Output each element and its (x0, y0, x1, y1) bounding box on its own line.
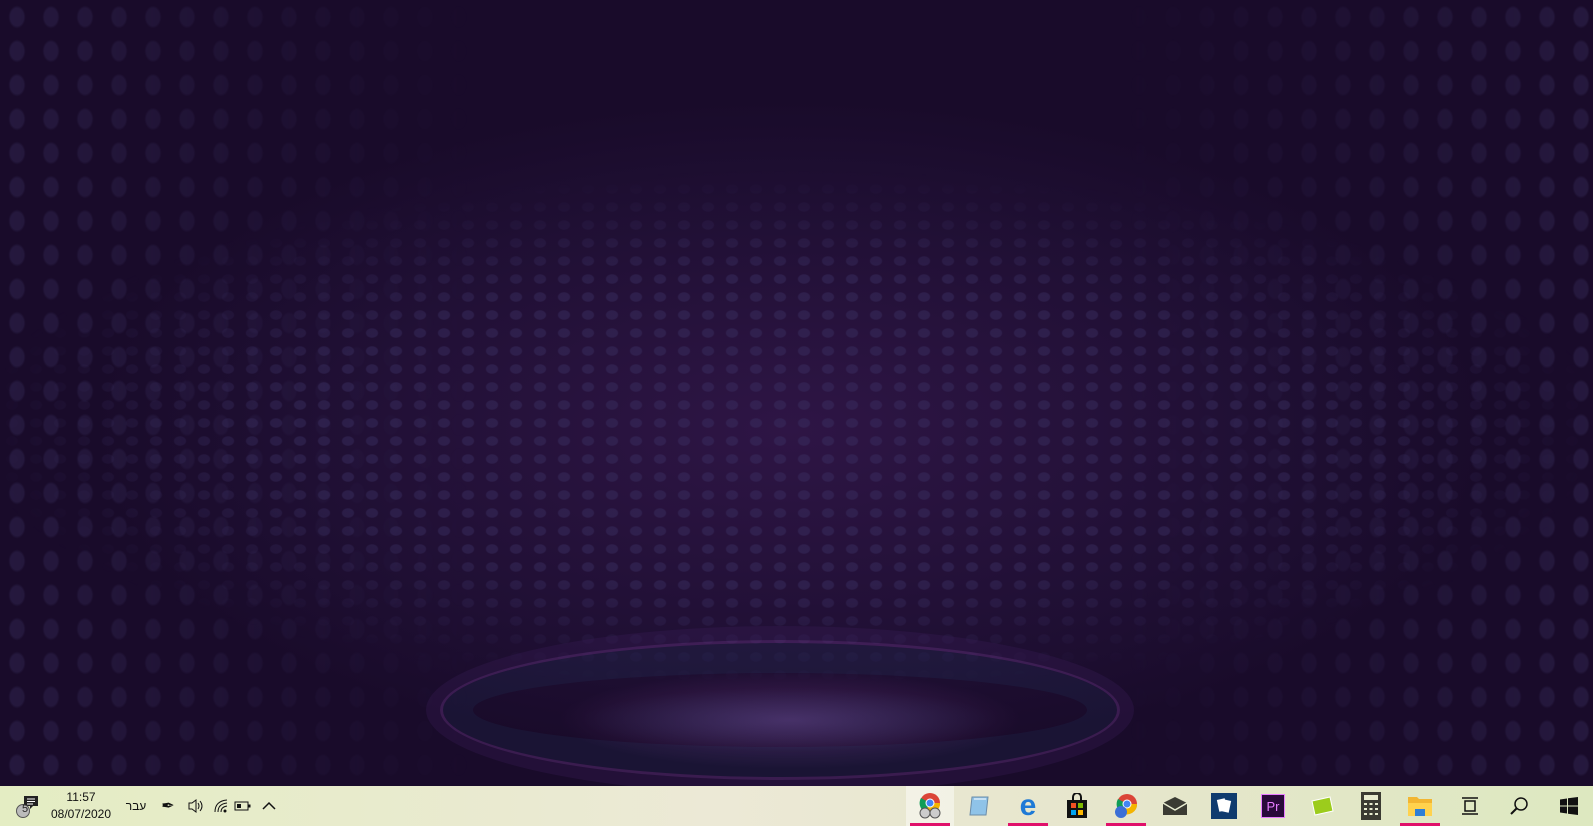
taskbar-app-solitaire[interactable] (1200, 786, 1248, 826)
notification-count-badge: 5 (22, 803, 29, 815)
taskbar-app-mail[interactable] (1151, 786, 1199, 826)
taskbar-app-file-explorer[interactable] (1396, 786, 1444, 826)
task-view-icon (1462, 797, 1478, 815)
premiere-icon: Pr (1261, 794, 1285, 818)
search-button[interactable] (1495, 786, 1543, 826)
language-indicator[interactable]: עבר (120, 786, 152, 826)
task-view-button[interactable] (1446, 786, 1494, 826)
taskbar-app-calculator[interactable] (1347, 786, 1395, 826)
clock[interactable]: 11:57 08/07/2020 (50, 786, 112, 826)
taskbar-app-chrome[interactable] (1102, 786, 1150, 826)
action-center-button[interactable]: 5 (8, 786, 46, 826)
show-hidden-icons-button[interactable] (258, 786, 280, 826)
windows-logo-icon (1560, 797, 1578, 815)
desktop-wallpaper (0, 0, 1593, 786)
wallpaper-ring (440, 640, 1120, 780)
taskbar-app-premiere-pro[interactable]: Pr (1249, 786, 1297, 826)
search-icon (1510, 797, 1528, 815)
clock-date: 08/07/2020 (50, 807, 112, 821)
volume-icon (188, 799, 203, 813)
wifi-icon (214, 799, 228, 813)
solitaire-icon (1211, 793, 1237, 819)
notepad-icon (969, 796, 989, 816)
taskbar-app-notepad[interactable] (955, 786, 1003, 826)
battery-icon (234, 801, 251, 811)
taskbar-app-green-app[interactable] (1298, 786, 1346, 826)
edge-icon: e (1019, 789, 1037, 822)
taskbar-app-chrome-profile[interactable] (906, 786, 954, 826)
taskbar-app-microsoft-store[interactable] (1053, 786, 1101, 826)
taskbar: 5 11:57 08/07/2020 עבר ✒ e Pr (0, 786, 1593, 826)
store-icon (1067, 793, 1087, 818)
pen-icon: ✒ (161, 798, 175, 815)
language-label: עבר (125, 799, 147, 813)
calculator-icon (1361, 792, 1381, 820)
start-button[interactable] (1545, 786, 1593, 826)
volume-button[interactable] (184, 786, 208, 826)
folder-icon (1408, 797, 1432, 816)
chevron-up-icon (262, 801, 276, 810)
wifi-button[interactable] (210, 786, 232, 826)
battery-button[interactable] (232, 786, 254, 826)
chrome-icon (1115, 794, 1138, 818)
pen-workspace-button[interactable]: ✒ (156, 786, 180, 826)
taskbar-app-edge[interactable]: e (1004, 786, 1052, 826)
mail-icon (1162, 797, 1188, 815)
green-app-icon (1311, 796, 1334, 816)
chrome-profile-icon (919, 793, 941, 819)
clock-time: 11:57 (66, 790, 96, 804)
